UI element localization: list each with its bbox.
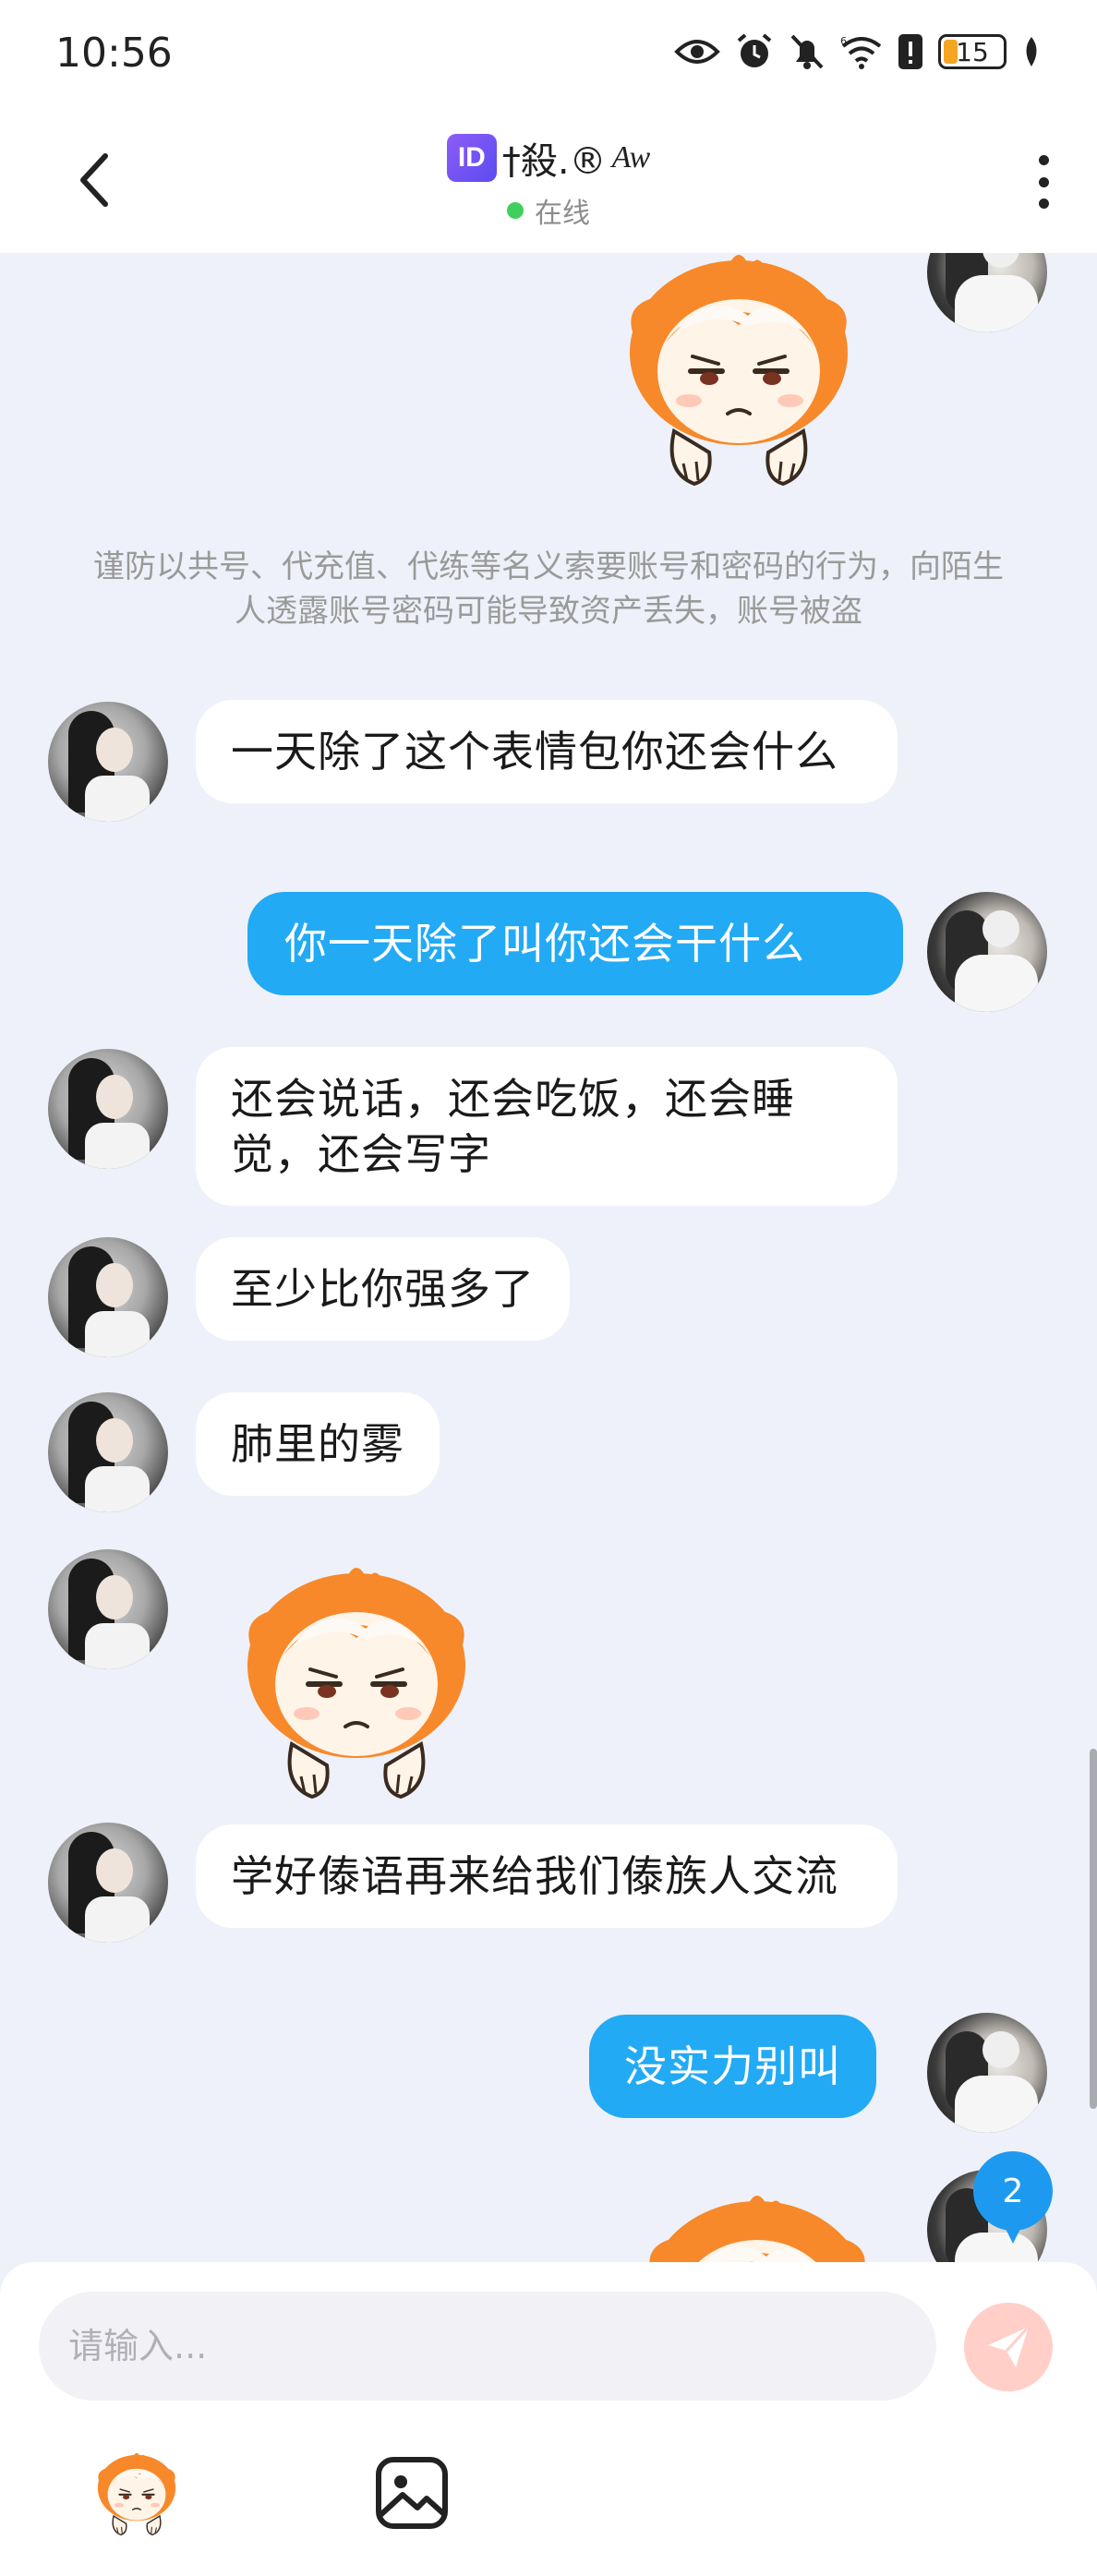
- avatar-face: [96, 728, 133, 772]
- contact-name-suffix: Aw: [611, 140, 651, 175]
- leaf-icon: [1026, 37, 1037, 66]
- message-bubble-received[interactable]: 还会说话，还会吃饭，还会睡觉，还会写字: [196, 1047, 898, 1206]
- message-bubble-received[interactable]: 学好傣语再来给我们傣族人交流: [196, 1824, 898, 1928]
- avatar-shirt: [955, 275, 1038, 332]
- avatar-shirt: [955, 2233, 1038, 2262]
- contact-avatar[interactable]: [48, 1049, 168, 1169]
- message-bubble-sent[interactable]: 没实力别叫: [589, 2015, 876, 2118]
- avatar-shirt: [85, 1896, 150, 1943]
- dot-icon: [1038, 199, 1049, 209]
- emoji-mascot-icon[interactable]: [90, 2447, 183, 2539]
- avatar-hair: [982, 253, 1019, 268]
- picture-icon: [376, 2457, 448, 2529]
- bell-muted-icon: [790, 34, 824, 69]
- online-status: 在线: [507, 190, 590, 231]
- contact-name: †殺.®: [501, 140, 607, 183]
- scrollbar[interactable]: [1090, 1749, 1097, 2109]
- avatar-shirt: [85, 776, 150, 822]
- avatar-hair: [982, 2031, 1019, 2068]
- avatar-shirt: [955, 955, 1038, 1012]
- message-bubble-received[interactable]: 肺里的雾: [196, 1392, 440, 1496]
- avatar-hair: [982, 910, 1019, 947]
- avatar-face: [96, 1418, 133, 1463]
- contact-avatar[interactable]: [48, 1392, 168, 1512]
- more-options-button[interactable]: [1025, 150, 1062, 214]
- contact-avatar[interactable]: [48, 1823, 168, 1943]
- battery-icon: 15: [938, 34, 1007, 69]
- online-dot: [507, 202, 524, 219]
- security-notice: 谨防以共号、代充值、代练等名义索要账号和密码的行为，向陌生人透露账号密码可能导致…: [93, 548, 1004, 630]
- avatar-shirt: [85, 1311, 150, 1357]
- status-time: 10:56: [55, 30, 173, 77]
- avatar-shirt: [85, 1623, 150, 1669]
- avatar-face: [96, 1575, 133, 1619]
- battery-level: 15: [956, 36, 989, 67]
- contact-avatar[interactable]: [48, 1549, 168, 1669]
- status-icons: 6 15: [674, 31, 1042, 72]
- wifi-icon: 6: [840, 35, 882, 69]
- annoyed-mascot-sticker[interactable]: [628, 2183, 886, 2262]
- dot-icon: [1038, 155, 1049, 165]
- send-icon: [988, 2325, 1031, 2367]
- avatar-shirt: [85, 1466, 150, 1512]
- chat-message-list[interactable]: 谨防以共号、代充值、代练等名义索要账号和密码的行为，向陌生人透露账号密码可能导致…: [0, 253, 1097, 2262]
- id-badge: ID: [446, 134, 497, 182]
- unread-count-badge[interactable]: 2: [973, 2151, 1053, 2244]
- message-bubble-received[interactable]: 一天除了这个表情包你还会什么: [196, 700, 898, 803]
- message-bubble-sent[interactable]: 你一天除了叫你还会干什么: [247, 892, 903, 995]
- avatar-face: [96, 1263, 133, 1307]
- annoyed-mascot-sticker[interactable]: [609, 253, 868, 491]
- message-input[interactable]: [39, 2292, 936, 2401]
- eye-icon: [674, 40, 720, 64]
- sim-alert-icon: [898, 34, 922, 69]
- message-composer: [0, 2262, 1097, 2576]
- contact-avatar[interactable]: [48, 702, 168, 822]
- avatar-face: [96, 1848, 133, 1893]
- avatar-shirt: [955, 2076, 1038, 2133]
- message-bubble-received[interactable]: 至少比你强多了: [196, 1237, 570, 1341]
- chat-header: ID †殺.® Aw 在线: [0, 109, 1097, 253]
- my-avatar[interactable]: [927, 892, 1047, 1012]
- alarm-icon: [737, 33, 772, 67]
- annoyed-mascot-sticker[interactable]: [227, 1555, 486, 1804]
- contact-avatar[interactable]: [48, 1237, 168, 1357]
- send-button[interactable]: [964, 2303, 1053, 2391]
- avatar-face: [96, 1075, 133, 1119]
- mascot-face-icon: [96, 2451, 177, 2536]
- online-status-text: 在线: [535, 198, 590, 230]
- svg-text:6: 6: [840, 35, 847, 47]
- my-avatar[interactable]: [927, 253, 1047, 332]
- image-icon[interactable]: [373, 2454, 451, 2532]
- dot-icon: [1038, 176, 1049, 187]
- contact-title-row: ID †殺.® Aw: [446, 131, 651, 185]
- status-bar: 10:56 6 15: [0, 0, 1097, 109]
- avatar-shirt: [85, 1123, 150, 1169]
- my-avatar[interactable]: [927, 2013, 1047, 2133]
- contact-info[interactable]: ID †殺.® Aw 在线: [0, 131, 1097, 231]
